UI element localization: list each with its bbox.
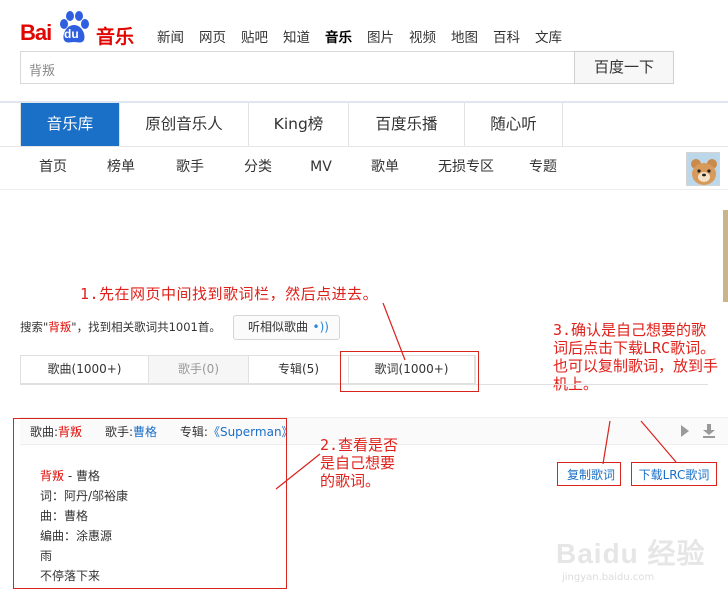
pointer-line-step1 (382, 302, 406, 361)
baidu-jingyan-watermark: Baidu 经验 jingyan.baidu.com (556, 532, 706, 583)
annotation-pointers (275, 302, 677, 490)
pointer-line-step3b (640, 420, 677, 463)
pointer-line-step3a (602, 420, 611, 465)
pointer-line-step2 (275, 453, 321, 490)
watermark-url: jingyan.baidu.com (562, 572, 655, 583)
watermark-brand: Baidu 经验 (556, 538, 706, 569)
